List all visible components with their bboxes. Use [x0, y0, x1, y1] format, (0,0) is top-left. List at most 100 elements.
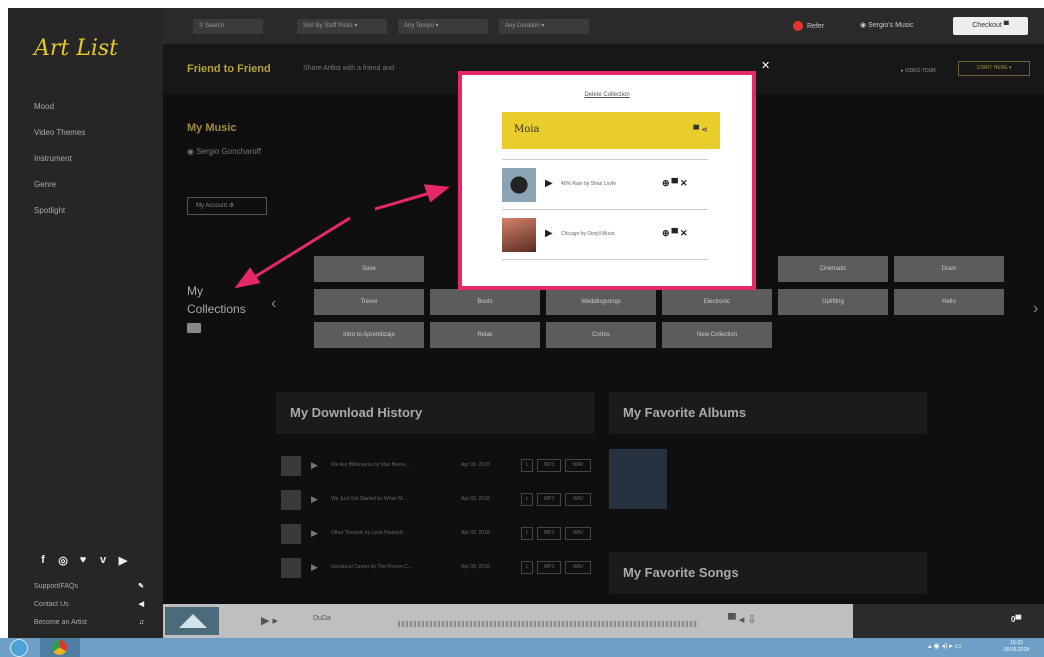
banner-text: Share Artlist with a friend and [303, 65, 395, 72]
collection-tile[interactable]: Save [314, 256, 424, 282]
wrench-icon: ✎ [138, 583, 144, 590]
duration-select[interactable]: Any Duration ▾ [499, 19, 589, 34]
mp3-button[interactable]: MP3 [537, 493, 561, 506]
play-icon[interactable]: ▶ [311, 562, 318, 573]
collection-tile[interactable]: Cortos [546, 322, 656, 348]
collection-tile[interactable]: Electronic [662, 289, 772, 315]
favorite-albums-panel: My Favorite Albums [609, 392, 927, 434]
user-menu[interactable]: ◉ Sergio's Music [860, 21, 913, 29]
play-icon[interactable]: ▶ [545, 228, 553, 239]
folder-icon[interactable] [187, 323, 201, 333]
collection-header: Moia ▀ ⋖ [502, 112, 720, 149]
mp3-button[interactable]: MP3 [537, 527, 561, 540]
chevron-left-icon[interactable]: ‹ [271, 295, 276, 313]
contact-label: Contact Us [34, 601, 69, 608]
wav-button[interactable]: WAV [565, 561, 591, 574]
delete-collection-link[interactable]: Delete Collection [462, 92, 752, 98]
top-bar: ⚲ Search Sort By Staff Picks ▾ Any Tempo… [163, 8, 1044, 44]
collection-tile[interactable]: Intro to Aprendizaje [314, 322, 424, 348]
track-actions: ⊕▀✕ [662, 178, 689, 189]
tempo-select[interactable]: Any Tempo ▾ [398, 19, 488, 34]
chevron-right-icon[interactable]: › [1033, 300, 1038, 318]
collection-tile[interactable]: Relax [430, 322, 540, 348]
wav-button[interactable]: WAV [565, 527, 591, 540]
collection-tile[interactable]: Cinematic [778, 256, 888, 282]
contact-link[interactable]: Contact Us ◀ [34, 596, 144, 614]
checkout-button[interactable]: Checkout ▀ [953, 17, 1028, 35]
modal-track-row: ▶ Chicago by Distyll Music ⊕▀✕ [502, 218, 708, 252]
license-button[interactable]: L [521, 527, 533, 540]
cart-share-icon[interactable]: ▀ ⋖ [693, 125, 708, 134]
play-icon[interactable]: ▶ [545, 178, 553, 189]
vimeo-icon[interactable]: v [96, 554, 110, 567]
sidebar-item-video-themes[interactable]: Video Themes [34, 120, 85, 146]
os-taskbar: ▴ ◉ ◂) ▸ ▭ 15:23 09.05.2018 [0, 638, 1044, 657]
wav-button[interactable]: WAV [565, 459, 591, 472]
license-button[interactable]: L [521, 493, 533, 506]
collection-tile[interactable]: New Collection [662, 322, 772, 348]
collection-tile[interactable]: Dram [894, 256, 1004, 282]
sort-select[interactable]: Sort By Staff Picks ▾ [297, 19, 387, 34]
play-icon[interactable]: ▶ [311, 528, 318, 539]
mp3-button[interactable]: MP3 [537, 459, 561, 472]
table-row[interactable]: ▶ We Are Billionaires by Max Beere... Apr … [281, 456, 601, 476]
sidebar: Art List Mood Video Themes Instrument Ge… [8, 8, 163, 638]
system-tray[interactable]: ▴ ◉ ◂) ▸ ▭ [928, 642, 961, 650]
sidebar-item-instrument[interactable]: Instrument [34, 146, 85, 172]
album-cover[interactable] [609, 449, 667, 509]
become-artist-link[interactable]: Become an Artist ♫ [34, 614, 144, 632]
wav-button[interactable]: WAV [565, 493, 591, 506]
facebook-icon[interactable]: f [36, 554, 50, 567]
divider [502, 159, 708, 160]
remove-icon[interactable]: ✕ [680, 178, 690, 188]
twitter-icon[interactable]: ♥ [76, 554, 90, 567]
license-button[interactable]: L [521, 459, 533, 472]
collection-tile[interactable]: Boots [430, 289, 540, 315]
clock-time: 15:23 [1010, 640, 1023, 646]
sort-value: Sort By Staff Picks [303, 23, 353, 29]
close-icon[interactable]: ✕ [761, 59, 770, 72]
cart-icon[interactable]: ▀ [672, 228, 680, 238]
refer-link[interactable]: Refer [793, 21, 824, 31]
sidebar-item-genre[interactable]: Genre [34, 172, 85, 198]
table-row[interactable]: ▶ We Just Got Started by When M... Apr 09,… [281, 490, 601, 510]
video-tour-link[interactable]: ▸ VIDEO TOUR [901, 68, 936, 74]
sidebar-item-mood[interactable]: Mood [34, 94, 85, 120]
mp3-button[interactable]: MP3 [537, 561, 561, 574]
search-input[interactable]: ⚲ Search [193, 19, 263, 34]
table-row[interactable]: ▶ Other Towards by Lena Hualand Apr 09, 20… [281, 524, 601, 544]
chrome-taskbar-icon[interactable] [40, 638, 80, 657]
collection-tile[interactable]: Uplifting [778, 289, 888, 315]
cart-count[interactable]: 0▀ [1011, 615, 1021, 624]
favorite-songs-panel: My Favorite Songs [609, 552, 927, 594]
license-button[interactable]: L [521, 561, 533, 574]
start-button[interactable] [10, 639, 28, 657]
cart-icon[interactable]: ▀ [672, 178, 680, 188]
play-icon[interactable]: ▶ [311, 460, 318, 471]
logo[interactable]: Art List [34, 36, 118, 61]
track-thumb [281, 558, 301, 578]
my-account-button[interactable]: My Account ⚙ [187, 197, 267, 215]
collection-tile[interactable]: Trevor [314, 289, 424, 315]
player-waveform[interactable] [398, 621, 698, 627]
sidebar-item-spotlight[interactable]: Spotlight [34, 198, 85, 224]
collections-heading: My Collections [187, 282, 246, 318]
support-link[interactable]: Support/FAQs ✎ [34, 578, 144, 596]
cart-icon[interactable]: ▀ ◂ ⇩ [728, 613, 757, 626]
remove-icon[interactable]: ✕ [680, 228, 690, 238]
footer-links: Support/FAQs ✎ Contact Us ◀ Become an Arti… [34, 578, 144, 632]
track-actions: ⊕▀✕ [662, 228, 689, 239]
system-clock[interactable]: 15:23 09.05.2018 [1004, 640, 1029, 654]
collection-tile[interactable]: Weddingsongs [546, 289, 656, 315]
instagram-icon[interactable]: ◎ [56, 554, 70, 567]
cover-art-shape [179, 614, 207, 628]
play-button[interactable]: ▶ ▸ [261, 614, 278, 627]
gear-icon: ⚙ [228, 203, 235, 209]
youtube-icon[interactable]: ▶ [116, 554, 130, 567]
download-icon[interactable]: ⊕ [662, 178, 672, 188]
download-icon[interactable]: ⊕ [662, 228, 672, 238]
start-here-button[interactable]: START HERE ▾ [958, 61, 1030, 76]
play-icon[interactable]: ▶ [311, 494, 318, 505]
collection-tile[interactable]: Hello [894, 289, 1004, 315]
table-row[interactable]: ▶ Unnatural Career by The Freven C... Apr … [281, 558, 601, 578]
